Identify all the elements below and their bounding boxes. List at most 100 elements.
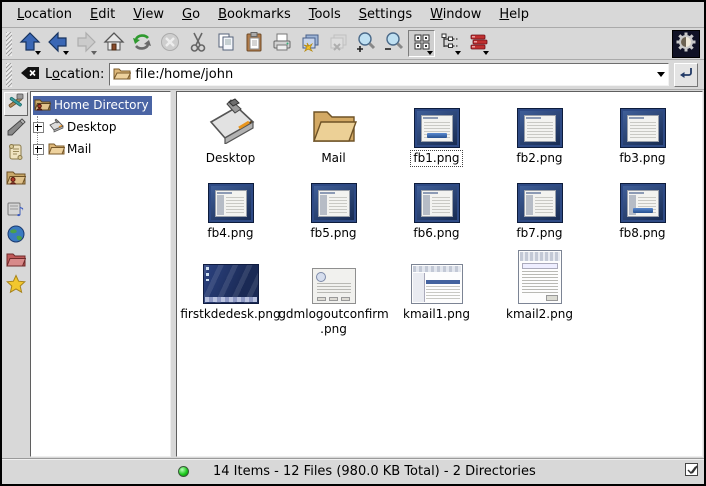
file-item-fb5[interactable]: fb5.png — [282, 173, 385, 242]
file-item-fb3[interactable]: fb3.png — [591, 98, 694, 167]
menu-bookmarks[interactable]: Bookmarks — [211, 4, 298, 25]
cut-button[interactable] — [184, 30, 211, 57]
stop-button[interactable] — [156, 30, 183, 57]
file-label[interactable]: kmail1.png — [400, 306, 473, 323]
file-item-firstkdedesk[interactable]: firstkdedesk.png — [179, 248, 282, 338]
menu-window[interactable]: Window — [423, 4, 488, 25]
file-label[interactable]: fb6.png — [410, 225, 462, 242]
file-label[interactable]: Mail — [318, 150, 348, 167]
images-new-icon — [299, 31, 321, 57]
images-remove-button[interactable] — [324, 30, 351, 57]
sidebar-root-folder-button[interactable] — [4, 249, 28, 273]
menu-edit[interactable]: Edit — [83, 4, 122, 25]
forward-button[interactable] — [72, 30, 99, 57]
fb5-thumbnail — [311, 183, 357, 223]
desktop-expander-plus[interactable] — [33, 122, 44, 133]
folder-icon — [113, 65, 131, 84]
print-button[interactable] — [268, 30, 295, 57]
file-label[interactable]: fb1.png — [410, 150, 462, 167]
zoom-out-button[interactable] — [380, 30, 407, 57]
clear-location-button[interactable] — [20, 65, 40, 85]
forward-dropdown-caret — [91, 51, 97, 55]
file-item-desktop[interactable]: Desktop — [179, 98, 282, 167]
file-label[interactable]: firstkdedesk.png — [177, 306, 283, 323]
icon-view-button[interactable] — [408, 30, 435, 57]
location-combobox[interactable]: file:/home/john — [109, 63, 669, 86]
history-scroll-icon — [6, 142, 26, 166]
sidebar-bookmark-ribbon-button[interactable] — [4, 117, 28, 141]
file-label[interactable]: fb5.png — [307, 225, 359, 242]
home-folder-icon — [6, 167, 26, 191]
desktop-folder-icon — [205, 98, 257, 148]
tree-item-label: Desktop — [67, 120, 117, 134]
zoom-in-magnifier-icon — [355, 31, 377, 57]
menu-help[interactable]: Help — [492, 4, 536, 25]
sidebar-home-folder-button[interactable] — [4, 167, 28, 191]
up-button[interactable] — [16, 30, 43, 57]
back-button[interactable] — [44, 30, 71, 57]
tools-icon — [6, 92, 26, 116]
back-dropdown-caret — [63, 51, 69, 55]
file-item-gdmlogoutconfirm[interactable]: gdmlogoutconfirm .png — [282, 248, 385, 338]
desktop-mini-icon — [48, 118, 65, 136]
menu-tools[interactable]: Tools — [302, 4, 348, 25]
detailed-list-view-button[interactable] — [464, 30, 491, 57]
file-item-fb2[interactable]: fb2.png — [488, 98, 591, 167]
tree-item-home-directory[interactable]: Home Directory — [31, 94, 170, 116]
file-item-fb8[interactable]: fb8.png — [591, 173, 694, 242]
content-area: ♪ Home Directory — [2, 90, 704, 458]
fb4-thumbnail — [208, 183, 254, 223]
sidebar-icon-strip: ♪ — [2, 90, 29, 458]
file-label[interactable]: kmail2.png — [503, 306, 576, 323]
tree-item-desktop[interactable]: Desktop — [31, 116, 170, 138]
menu-go[interactable]: Go — [175, 4, 207, 25]
file-label[interactable]: Desktop — [203, 150, 259, 167]
kmail1-thumbnail — [411, 264, 463, 304]
kde-throbber[interactable] — [672, 30, 700, 58]
sidebar-network-button[interactable] — [4, 224, 28, 248]
bookmarks-star-icon — [6, 274, 26, 298]
mail-expander-plus[interactable] — [33, 144, 44, 155]
toolbar-grip[interactable] — [6, 32, 12, 56]
file-item-fb7[interactable]: fb7.png — [488, 173, 591, 242]
copy-button[interactable] — [212, 30, 239, 57]
services-icon: ♪ — [6, 199, 26, 223]
images-new-button[interactable] — [296, 30, 323, 57]
file-item-mail[interactable]: Mail — [282, 98, 385, 167]
sidebar-history-button[interactable] — [4, 142, 28, 166]
sidebar-services-button[interactable]: ♪ — [4, 199, 28, 223]
location-toolbar-grip[interactable] — [6, 63, 12, 87]
tree-item-mail[interactable]: Mail — [31, 138, 170, 160]
location-value[interactable]: file:/home/john — [135, 67, 649, 82]
file-label[interactable]: fb3.png — [616, 150, 668, 167]
file-label[interactable]: fb2.png — [513, 150, 565, 167]
kmail2-thumbnail — [518, 250, 562, 304]
file-label[interactable]: fb8.png — [616, 225, 668, 242]
file-item-fb6[interactable]: fb6.png — [385, 173, 488, 242]
go-button[interactable] — [674, 63, 698, 87]
file-label[interactable]: fb4.png — [204, 225, 256, 242]
view-link-checkbox-icon[interactable] — [684, 462, 699, 481]
menu-view[interactable]: View — [126, 4, 171, 25]
paste-button[interactable] — [240, 30, 267, 57]
file-label[interactable]: fb7.png — [513, 225, 565, 242]
file-item-fb1[interactable]: fb1.png — [385, 98, 488, 167]
file-item-fb4[interactable]: fb4.png — [179, 173, 282, 242]
file-row: fb4.png fb5.png fb6.png fb7.png fb8.png — [179, 173, 702, 242]
file-icon-view[interactable]: Desktop Mail fb1.png fb2.png fb3.png — [176, 91, 703, 457]
sidebar-bookmarks-button[interactable] — [4, 274, 28, 298]
location-dropdown-arrow[interactable] — [653, 64, 668, 85]
tree-view-button[interactable] — [436, 30, 463, 57]
zoom-in-button[interactable] — [352, 30, 379, 57]
svg-text:♪: ♪ — [16, 205, 24, 219]
menu-settings[interactable]: Settings — [352, 4, 419, 25]
reload-button[interactable] — [128, 30, 155, 57]
reload-icon — [131, 31, 153, 57]
file-label[interactable]: gdmlogoutconfirm .png — [275, 306, 391, 338]
file-item-kmail2[interactable]: kmail2.png — [488, 248, 591, 338]
copy-documents-icon — [215, 31, 237, 57]
home-button[interactable] — [100, 30, 127, 57]
sidebar-tools-button[interactable] — [4, 92, 28, 116]
file-item-kmail1[interactable]: kmail1.png — [385, 248, 488, 338]
menu-location[interactable]: Location — [10, 4, 79, 25]
